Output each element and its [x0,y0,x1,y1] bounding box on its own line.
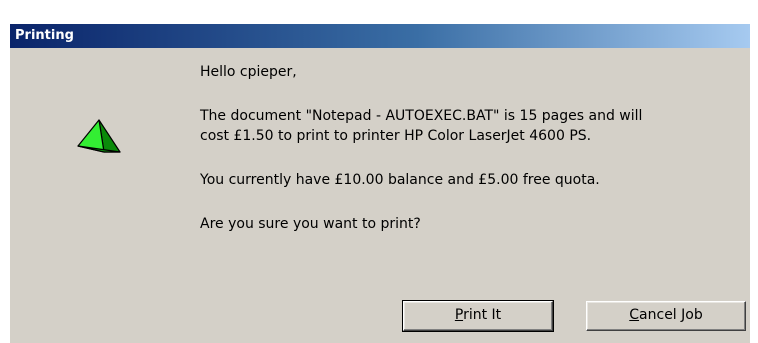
confirm-question: Are you sure you want to print? [200,216,421,232]
cancel-job-mnemonic: C [629,307,640,323]
print-it-mnemonic: P [454,307,464,323]
title-bar[interactable]: Printing [10,24,750,48]
document-info-line-2: cost £1.50 to print to printer HP Color … [200,128,592,144]
green-pyramid-icon [77,119,121,153]
cancel-job-label: ancel Job [639,307,703,323]
greeting-text: Hello cpieper, [200,64,297,80]
cancel-job-button[interactable]: Cancel Job [586,301,746,331]
print-it-label: rint It [463,307,502,323]
dialog-title: Printing [15,28,74,43]
balance-text: You currently have £10.00 balance and £5… [200,172,600,188]
print-it-button[interactable]: Print It [402,300,554,332]
document-info-line-1: The document "Notepad - AUTOEXEC.BAT" is… [200,108,643,124]
print-confirmation-dialog: Printing Hello cpieper, The document "No… [10,24,750,343]
